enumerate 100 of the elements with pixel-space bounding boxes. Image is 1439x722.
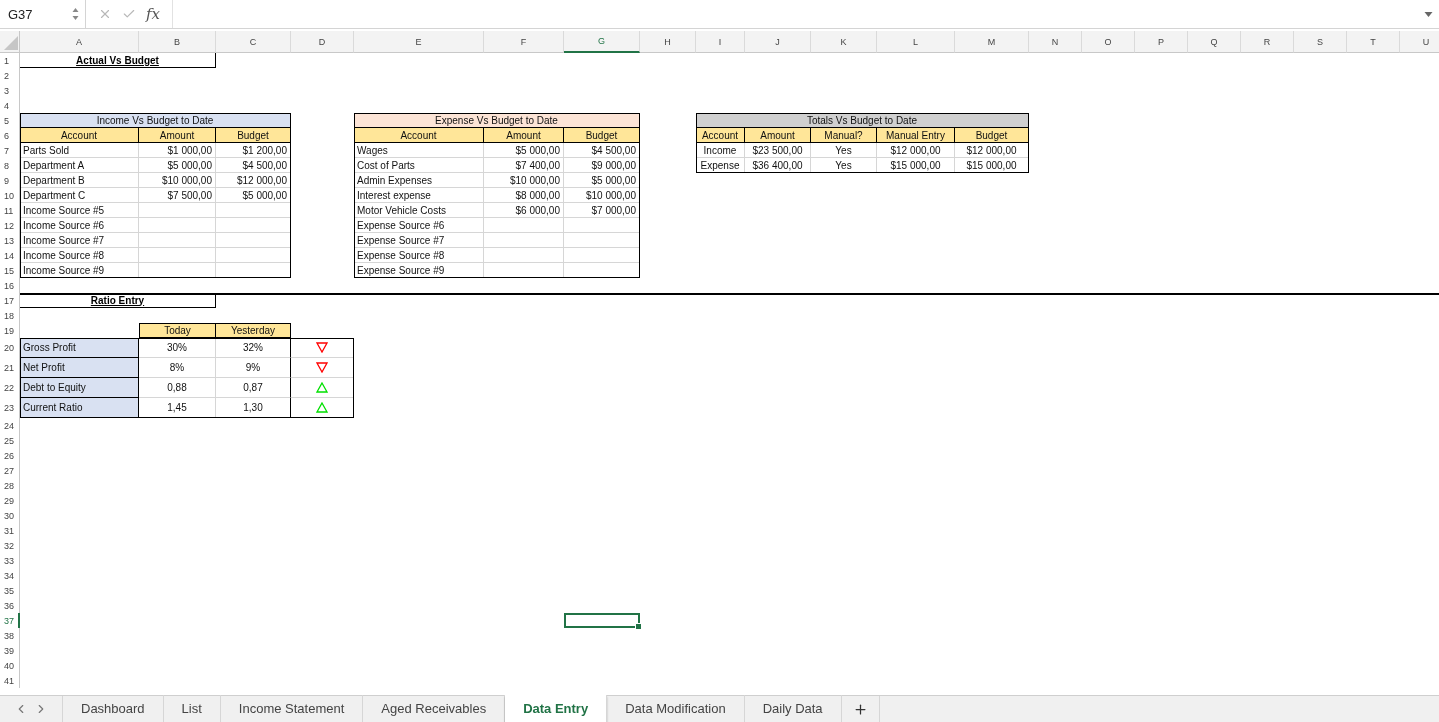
table-cell: Expense Source #6 — [354, 218, 484, 233]
table-cell: 1,30 — [216, 398, 291, 418]
column-header[interactable]: U — [1400, 31, 1439, 53]
column-header[interactable]: E — [354, 31, 484, 53]
column-header: Today — [139, 323, 216, 338]
table-cell: Wages — [354, 143, 484, 158]
column-header[interactable]: H — [640, 31, 696, 53]
sheet-tab[interactable]: Data Entry — [505, 695, 608, 722]
table-cell: 9% — [216, 358, 291, 378]
table-cell: Income Source #6 — [20, 218, 139, 233]
row-label: Current Ratio — [20, 398, 139, 418]
column-header[interactable]: O — [1082, 31, 1135, 53]
column-header: Account — [696, 128, 745, 143]
sheet-tab[interactable]: Income Statement — [220, 695, 364, 722]
column-header: Account — [354, 128, 484, 143]
table-cell: Motor Vehicle Costs — [354, 203, 484, 218]
table-cell: $6 000,00 — [484, 203, 564, 218]
row-label: Debt to Equity — [20, 378, 139, 398]
table-cell: $8 000,00 — [484, 188, 564, 203]
table-cell: $12 000,00 — [955, 143, 1029, 158]
table-cell: Expense Source #9 — [354, 263, 484, 278]
function-button[interactable]: fx — [146, 5, 164, 23]
plus-icon — [852, 701, 868, 717]
column-header[interactable]: G — [564, 31, 640, 53]
table-cell: $5 000,00 — [484, 143, 564, 158]
table-cell: Expense Source #7 — [354, 233, 484, 248]
section-title: Ratio Entry — [90, 294, 145, 306]
column-header[interactable]: F — [484, 31, 564, 53]
column-header[interactable]: N — [1029, 31, 1082, 53]
column-header[interactable]: L — [877, 31, 955, 53]
spinner-icon[interactable] — [72, 7, 79, 21]
table-cell: Department B — [20, 173, 139, 188]
table-cell: $9 000,00 — [564, 158, 640, 173]
sheet-tab[interactable]: Data Modification — [607, 695, 745, 722]
table-cell: $5 000,00 — [139, 158, 216, 173]
table-cell: 0,87 — [216, 378, 291, 398]
column-header[interactable]: I — [696, 31, 745, 53]
table-cell: $36 400,00 — [745, 158, 811, 173]
table-cell: $1 000,00 — [139, 143, 216, 158]
sheet-tab[interactable]: List — [163, 695, 221, 722]
cell-selection[interactable] — [564, 613, 640, 628]
column-header: Budget — [955, 128, 1029, 143]
table-cell: Yes — [811, 158, 877, 173]
row-label: Net Profit — [20, 358, 139, 378]
column-header: Budget — [216, 128, 291, 143]
table-cell: 30% — [139, 338, 216, 358]
table-cell: Yes — [811, 143, 877, 158]
column-header: Budget — [564, 128, 640, 143]
table-cell: Department C — [20, 188, 139, 203]
column-header[interactable]: M — [955, 31, 1029, 53]
column-header[interactable]: C — [216, 31, 291, 53]
sheet-tab[interactable]: Dashboard — [63, 695, 164, 722]
column-header[interactable]: R — [1241, 31, 1294, 53]
table-cell: Interest expense — [354, 188, 484, 203]
table-cell: $5 000,00 — [564, 173, 640, 188]
column-header[interactable]: K — [811, 31, 877, 53]
column-header[interactable]: P — [1135, 31, 1188, 53]
table-cell: Cost of Parts — [354, 158, 484, 173]
table-cell: $10 000,00 — [484, 173, 564, 188]
table-cell: $7 000,00 — [564, 203, 640, 218]
table-cell: Expense — [696, 158, 745, 173]
column-header: Manual Entry — [877, 128, 955, 143]
table-cell: $10 000,00 — [564, 188, 640, 203]
close-icon[interactable] — [98, 7, 112, 21]
table-cell: Expense Source #8 — [354, 248, 484, 263]
table-cell: $5 000,00 — [216, 188, 291, 203]
column-header: Amount — [484, 128, 564, 143]
table-cell: Income Source #9 — [20, 263, 139, 278]
table-cell: 32% — [216, 338, 291, 358]
table-cell: $4 500,00 — [564, 143, 640, 158]
column-header[interactable]: T — [1347, 31, 1400, 53]
name-box[interactable]: G37 — [0, 0, 86, 28]
column-header[interactable]: Q — [1188, 31, 1241, 53]
column-header: Manual? — [811, 128, 877, 143]
table-cell: Income Source #5 — [20, 203, 139, 218]
table-cell: Parts Sold — [20, 143, 139, 158]
column-header: Amount — [745, 128, 811, 143]
sheet-tab[interactable]: Daily Data — [744, 695, 842, 722]
column-header[interactable]: J — [745, 31, 811, 53]
table-cell: $7 500,00 — [139, 188, 216, 203]
table-cell: 8% — [139, 358, 216, 378]
column-header: Yesterday — [216, 323, 291, 338]
table-cell: 1,45 — [139, 398, 216, 418]
table-cell: $10 000,00 — [139, 173, 216, 188]
table-cell: $12 000,00 — [877, 143, 955, 158]
column-header[interactable]: D — [291, 31, 354, 53]
table-cell: $23 500,00 — [745, 143, 811, 158]
table-cell: Admin Expenses — [354, 173, 484, 188]
column-header[interactable]: A — [20, 31, 139, 53]
table-cell: $15 000,00 — [877, 158, 955, 173]
table-cell: $4 500,00 — [216, 158, 291, 173]
column-header[interactable]: B — [139, 31, 216, 53]
table-cell: Income Source #7 — [20, 233, 139, 248]
dropdown-icon[interactable] — [1424, 10, 1433, 18]
column-header[interactable]: S — [1294, 31, 1347, 53]
section-title: Actual Vs Budget — [76, 54, 159, 66]
column-header: Amount — [139, 128, 216, 143]
check-icon[interactable] — [122, 7, 136, 21]
table-cell: $7 400,00 — [484, 158, 564, 173]
table-cell: $15 000,00 — [955, 158, 1029, 173]
